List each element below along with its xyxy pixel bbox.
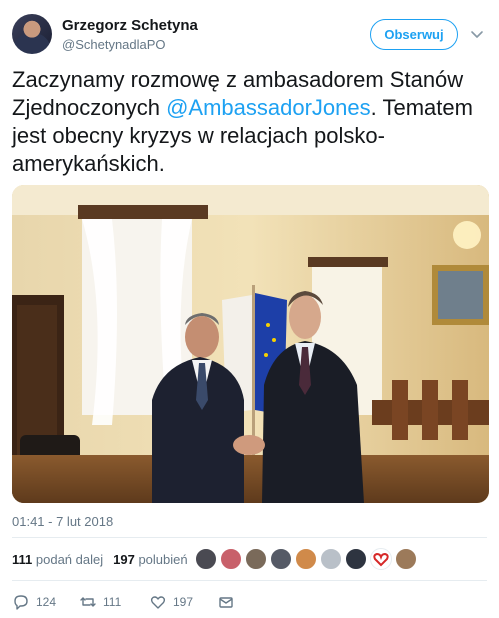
author-avatar[interactable]	[12, 14, 52, 54]
likes-stat[interactable]: 197 polubień	[113, 552, 187, 567]
liker-avatar[interactable]	[195, 548, 217, 570]
liker-avatar[interactable]	[245, 548, 267, 570]
follow-button[interactable]: Obserwuj	[370, 19, 458, 50]
photo-illustration	[12, 185, 489, 503]
retweets-stat[interactable]: 111 podań dalej	[12, 552, 103, 567]
reply-icon	[14, 595, 28, 610]
tweet-header: Grzegorz Schetyna @SchetynadlaPO Obserwu…	[0, 0, 499, 60]
retweet-count: 111	[103, 595, 122, 609]
liker-avatar[interactable]	[370, 548, 392, 570]
liker-avatar[interactable]	[220, 548, 242, 570]
envelope-icon	[219, 597, 233, 608]
divider	[12, 580, 487, 581]
divider	[12, 537, 487, 538]
liker-avatar[interactable]	[395, 548, 417, 570]
reply-action[interactable]: 124	[12, 593, 56, 611]
mention-link[interactable]: @AmbassadorJones	[166, 95, 371, 120]
retweets-count: 111	[12, 552, 33, 567]
likes-count: 197	[113, 552, 135, 567]
liker-avatars	[195, 548, 417, 570]
retweets-label: podań dalej	[35, 552, 104, 567]
like-count: 197	[173, 595, 194, 609]
tweet-actions: 124 111 197	[12, 593, 312, 613]
direct-message-action[interactable]	[217, 593, 235, 611]
tweet-photo[interactable]	[12, 185, 489, 503]
chevron-down-icon[interactable]	[469, 27, 485, 43]
tweet-text: Zaczynamy rozmowę z ambasadorem Stanów Z…	[12, 66, 492, 178]
tweet-stats: 111 podań dalej 197 polubień	[12, 552, 188, 567]
liker-avatar[interactable]	[345, 548, 367, 570]
reply-count: 124	[36, 595, 57, 609]
tweet-timestamp[interactable]: 01:41 - 7 lut 2018	[12, 514, 113, 529]
liker-avatar[interactable]	[320, 548, 342, 570]
liker-avatar[interactable]	[270, 548, 292, 570]
heart-logo-icon	[373, 552, 389, 567]
author-name[interactable]: Grzegorz Schetyna	[62, 17, 198, 34]
heart-icon	[150, 596, 166, 609]
retweet-action[interactable]: 111	[79, 593, 121, 611]
retweet-icon	[80, 597, 96, 607]
liker-avatar[interactable]	[295, 548, 317, 570]
author-handle[interactable]: @SchetynadlaPO	[62, 37, 166, 52]
like-action[interactable]: 197	[149, 593, 193, 611]
likes-label: polubień	[138, 552, 188, 567]
